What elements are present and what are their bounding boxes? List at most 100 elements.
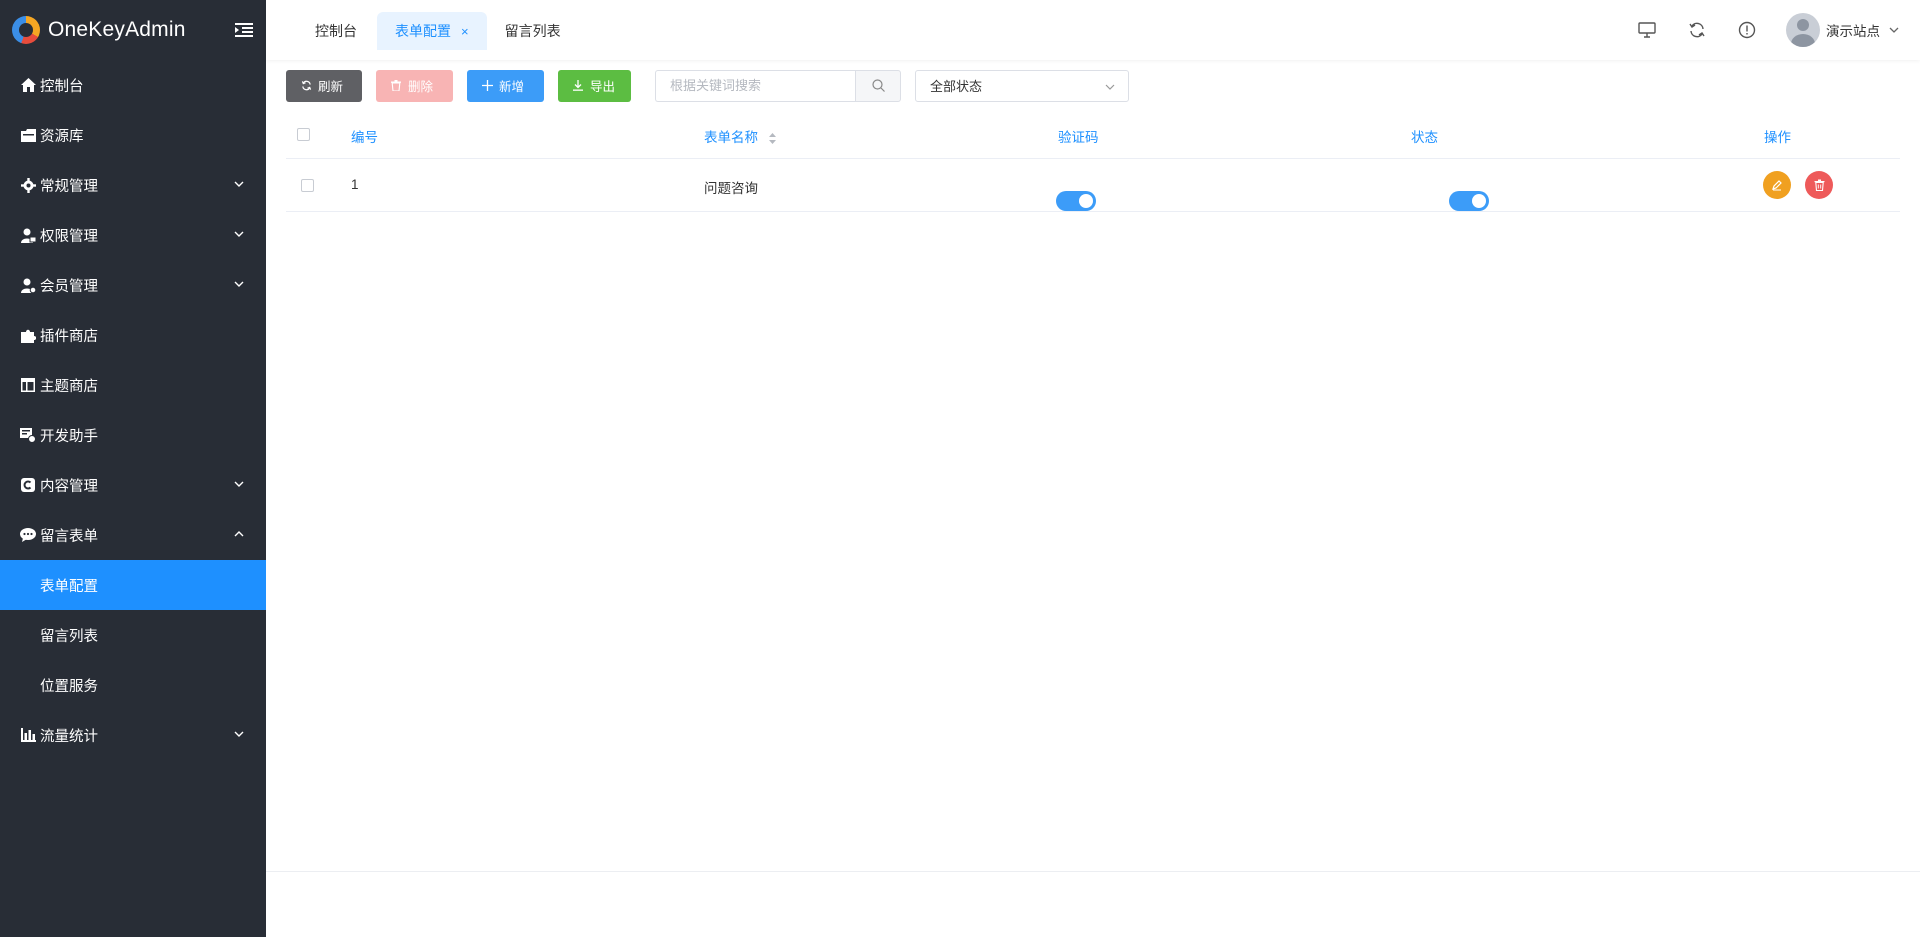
refresh-icon[interactable] <box>1686 19 1708 41</box>
row-form-name: 问题咨询 <box>704 181 758 196</box>
tab-message-list[interactable]: 留言列表 <box>487 12 579 50</box>
sidebar-subitem-location-service[interactable]: 位置服务 <box>0 660 266 710</box>
chevron-down-icon <box>234 181 244 187</box>
search-input[interactable] <box>655 69 855 102</box>
column-header-id: 编号 <box>351 130 378 145</box>
column-header-label: 表单名称 <box>704 130 758 145</box>
menu-collapse-icon[interactable] <box>232 18 256 42</box>
delete-row-button[interactable] <box>1805 171 1833 199</box>
trash-icon <box>1814 179 1824 191</box>
table-header: 编号 表单名称 验证码 状态 操作 <box>286 111 1900 159</box>
user-menu[interactable]: 演示站点 <box>1786 13 1900 47</box>
header-actions: 演示站点 <box>1636 0 1900 60</box>
sidebar-subitem-message-list[interactable]: 留言列表 <box>0 610 266 660</box>
row-checkbox[interactable] <box>301 179 314 192</box>
search-box <box>655 69 901 102</box>
user-icon <box>20 277 36 293</box>
sidebar-item-label: 会员管理 <box>40 278 98 295</box>
sidebar-item-permissions[interactable]: 权限管理 <box>0 210 266 260</box>
sidebar-item-theme-store[interactable]: 主题商店 <box>0 360 266 410</box>
tab-close-icon[interactable]: × <box>461 24 469 39</box>
puzzle-icon <box>20 327 36 343</box>
form-table: 编号 表单名称 验证码 状态 操作 1 问题咨询 <box>286 111 1900 212</box>
sidebar-item-label: 流量统计 <box>40 728 98 745</box>
sidebar-item-label: 控制台 <box>40 78 84 95</box>
sidebar-item-label: 插件商店 <box>40 328 98 345</box>
app-name: OneKeyAdmin <box>48 18 186 41</box>
content-icon <box>20 477 36 493</box>
sidebar-subitem-label: 留言列表 <box>40 628 98 645</box>
delete-label: 删除 <box>408 80 434 94</box>
sidebar-item-label: 开发助手 <box>40 428 98 445</box>
sidebar-item-label: 内容管理 <box>40 478 98 495</box>
sidebar-item-traffic-stats[interactable]: 流量统计 <box>0 710 266 760</box>
export-label: 导出 <box>590 80 616 94</box>
bar-chart-icon <box>20 727 36 743</box>
sidebar-item-label: 资源库 <box>40 128 84 145</box>
row-id: 1 <box>351 177 359 192</box>
layout-icon <box>20 377 36 393</box>
tab-label: 控制台 <box>315 23 357 39</box>
sidebar-item-content[interactable]: 内容管理 <box>0 460 266 510</box>
column-header-form-name[interactable]: 表单名称 <box>704 126 777 146</box>
sidebar-item-label: 权限管理 <box>40 228 98 245</box>
chevron-down-icon <box>1889 27 1899 33</box>
sidebar-item-resources[interactable]: 资源库 <box>0 110 266 160</box>
column-header-status: 状态 <box>1411 130 1438 145</box>
sidebar-item-plugin-store[interactable]: 插件商店 <box>0 310 266 360</box>
sidebar-subitem-label: 表单配置 <box>40 578 98 595</box>
chat-icon <box>20 527 36 543</box>
edit-button[interactable] <box>1763 171 1791 199</box>
status-toggle[interactable] <box>1449 191 1489 211</box>
export-button[interactable]: 导出 <box>558 69 631 102</box>
column-header-actions: 操作 <box>1764 130 1791 145</box>
sidebar-item-members[interactable]: 会员管理 <box>0 260 266 310</box>
search-button[interactable] <box>855 69 901 102</box>
gear-icon <box>20 177 36 193</box>
plus-icon <box>481 80 493 92</box>
sidebar-subitem-form-config[interactable]: 表单配置 <box>0 560 266 610</box>
tab-dashboard[interactable]: 控制台 <box>266 12 377 50</box>
chevron-down-icon <box>234 731 244 737</box>
chevron-down-icon <box>234 281 244 287</box>
monitor-icon[interactable] <box>1636 19 1658 41</box>
logo-icon <box>12 16 40 44</box>
refresh-button[interactable]: 刷新 <box>286 69 362 102</box>
edit-icon <box>1772 180 1782 191</box>
add-button[interactable]: 新增 <box>467 69 544 102</box>
table-row: 1 问题咨询 <box>286 159 1900 212</box>
avatar <box>1786 13 1820 47</box>
sidebar-menu: 控制台 资源库 常规管理 权限管理 会员管理 插件商店 主题商店 开发助手 内容… <box>0 60 266 760</box>
sidebar-item-dev-assistant[interactable]: 开发助手 <box>0 410 266 460</box>
sort-icon[interactable] <box>768 132 777 145</box>
home-icon <box>20 77 36 93</box>
user-lock-icon <box>20 227 36 243</box>
top-header: 控制台 表单配置 × 留言列表 演示站点 <box>266 0 1920 60</box>
tab-label: 留言列表 <box>504 23 561 39</box>
add-label: 新增 <box>499 80 525 94</box>
footer-divider <box>266 871 1920 872</box>
page-tabs: 控制台 表单配置 × 留言列表 <box>266 12 579 50</box>
download-icon <box>572 80 584 92</box>
sidebar-subitem-label: 位置服务 <box>40 678 98 695</box>
sidebar-item-label: 常规管理 <box>40 178 98 195</box>
logo: OneKeyAdmin <box>0 0 266 60</box>
sidebar-item-label: 主题商店 <box>40 378 98 395</box>
sidebar-item-message-form[interactable]: 留言表单 <box>0 510 266 560</box>
chevron-down-icon <box>234 481 244 487</box>
tab-form-config[interactable]: 表单配置 × <box>377 12 487 50</box>
chevron-down-icon <box>1105 84 1115 90</box>
tab-label: 表单配置 <box>395 23 451 39</box>
sidebar-item-general[interactable]: 常规管理 <box>0 160 266 210</box>
search-icon <box>871 79 885 92</box>
delete-button[interactable]: 删除 <box>376 69 453 102</box>
sidebar-item-dashboard[interactable]: 控制台 <box>0 60 266 110</box>
captcha-toggle[interactable] <box>1056 191 1096 211</box>
select-all-checkbox[interactable] <box>297 128 310 141</box>
status-select[interactable]: 全部状态 <box>915 69 1129 102</box>
info-icon[interactable] <box>1736 19 1758 41</box>
folder-icon <box>20 127 36 143</box>
refresh-icon <box>300 80 312 92</box>
user-name: 演示站点 <box>1826 24 1880 39</box>
chevron-down-icon <box>234 231 244 237</box>
